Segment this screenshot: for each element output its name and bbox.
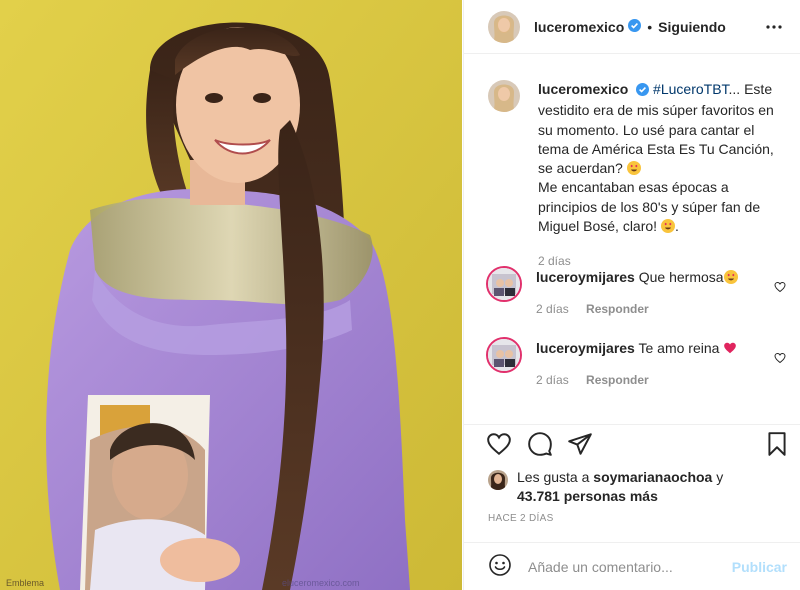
add-comment-bar: Añade un comentario... Publicar bbox=[464, 542, 800, 590]
heart-eyes-emoji-icon bbox=[723, 270, 738, 284]
comment-item: luceroymijares Te amo reina 2 días Respo… bbox=[486, 337, 796, 387]
red-heart-emoji-icon bbox=[723, 341, 737, 355]
comment-like-heart-icon[interactable] bbox=[774, 351, 786, 367]
likes-count[interactable]: 43.781 personas más bbox=[517, 488, 658, 504]
share-icon[interactable] bbox=[567, 431, 595, 459]
commenter-username[interactable]: luceroymijares bbox=[536, 269, 635, 285]
author-avatar[interactable] bbox=[488, 10, 520, 43]
heart-eyes-emoji-icon bbox=[626, 161, 641, 176]
likes-text: Les gusta a soymarianaochoa y 43.781 per… bbox=[517, 468, 723, 506]
likes-prefix: Les gusta a bbox=[517, 469, 590, 485]
likes-connector: y bbox=[716, 469, 724, 485]
photo-illustration: Emblema eluceromexico.com bbox=[0, 0, 462, 590]
comment-time: 2 días bbox=[536, 302, 569, 316]
liker-username[interactable]: soymarianaochoa bbox=[593, 469, 712, 485]
following-button[interactable]: Siguiendo bbox=[658, 19, 726, 35]
reply-button[interactable]: Responder bbox=[586, 373, 649, 387]
instagram-post-view: Emblema eluceromexico.com luceromexico •… bbox=[0, 0, 800, 590]
comment-icon[interactable] bbox=[527, 431, 555, 459]
comment-time: 2 días bbox=[536, 373, 569, 387]
likes-summary: Les gusta a soymarianaochoa y 43.781 per… bbox=[488, 468, 788, 506]
comment-input[interactable]: Añade un comentario... bbox=[528, 559, 673, 575]
watermark-right: eluceromexico.com bbox=[282, 578, 360, 588]
author-username[interactable]: luceromexico bbox=[534, 19, 624, 35]
reply-button[interactable]: Responder bbox=[586, 302, 649, 316]
post-timestamp[interactable]: HACE 2 DÍAS bbox=[488, 513, 554, 524]
verified-badge-icon bbox=[628, 18, 642, 35]
commenter-avatar[interactable] bbox=[486, 337, 522, 373]
caption-avatar[interactable] bbox=[488, 80, 520, 112]
verified-badge-icon bbox=[636, 82, 650, 101]
watermark-left: Emblema bbox=[6, 578, 44, 588]
header-separator: • bbox=[647, 18, 653, 35]
post-detail-panel: luceromexico • Siguiendo luceromexico #L… bbox=[463, 0, 800, 590]
comment-text: Que hermosa bbox=[638, 269, 724, 285]
post-action-bar bbox=[464, 424, 800, 464]
bookmark-icon[interactable] bbox=[764, 431, 792, 459]
caption-text-2: Me encantaban esas épocas a principios d… bbox=[538, 179, 761, 235]
comment-text: Te amo reina bbox=[638, 340, 720, 356]
heart-icon[interactable] bbox=[486, 431, 514, 459]
commenter-avatar[interactable] bbox=[486, 266, 522, 302]
commenter-username[interactable]: luceroymijares bbox=[536, 340, 635, 356]
caption-hashtag[interactable]: #LuceroTBT bbox=[653, 81, 728, 97]
caption-text-3: . bbox=[674, 218, 679, 235]
liker-avatar[interactable] bbox=[488, 470, 508, 490]
post-caption: luceromexico #LuceroTBT... Este vestidit… bbox=[488, 80, 788, 272]
smiley-icon[interactable] bbox=[488, 553, 512, 580]
more-options-icon[interactable] bbox=[763, 16, 785, 38]
heart-eyes-emoji-icon bbox=[660, 219, 675, 234]
post-header: luceromexico • Siguiendo bbox=[464, 0, 800, 54]
post-photo[interactable]: Emblema eluceromexico.com bbox=[0, 0, 462, 590]
publish-button[interactable]: Publicar bbox=[732, 559, 787, 575]
comment-like-heart-icon[interactable] bbox=[774, 280, 786, 296]
caption-text: luceromexico #LuceroTBT... Este vestidit… bbox=[538, 80, 788, 272]
caption-username[interactable]: luceromexico bbox=[538, 81, 628, 97]
comment-item: luceroymijares Que hermosa 2 días Respon… bbox=[486, 266, 796, 316]
